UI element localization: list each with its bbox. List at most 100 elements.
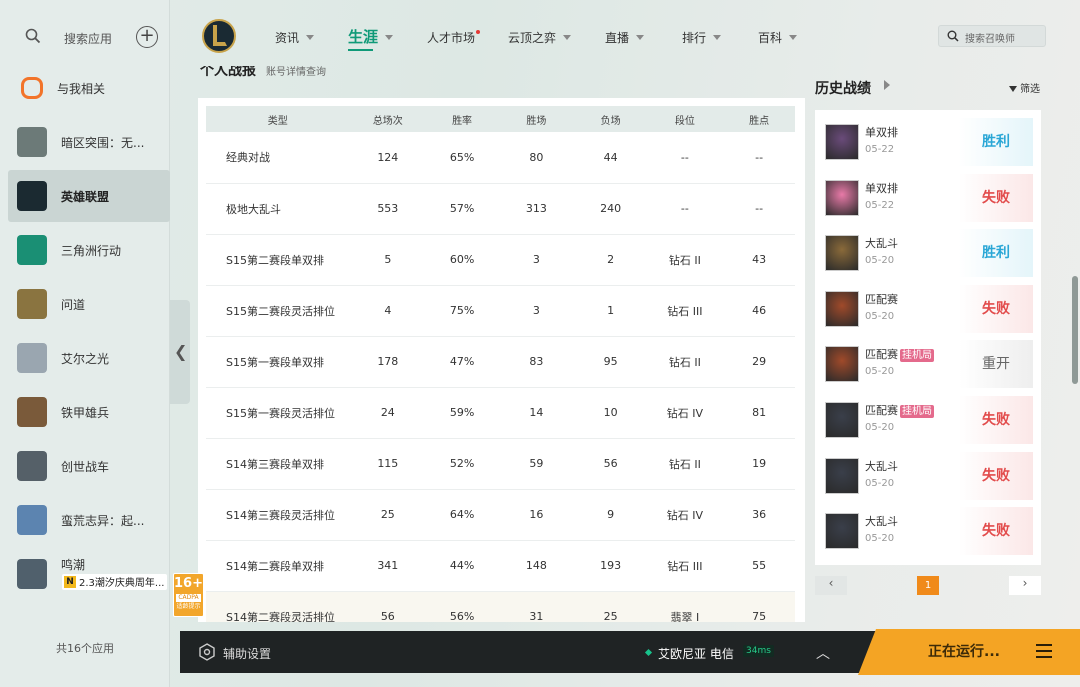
history-item[interactable]: 匹配赛 挂机局 05-20 重开 bbox=[825, 340, 1033, 390]
sidebar-item-8[interactable]: 创世战车 bbox=[8, 440, 170, 492]
history-result: 失败 bbox=[959, 507, 1033, 556]
history-item[interactable]: 大乱斗 05-20 失败 bbox=[825, 507, 1033, 557]
table-cell: 5 bbox=[349, 234, 427, 286]
table-cell: 341 bbox=[349, 540, 427, 592]
server-name[interactable]: 艾欧尼亚 电信 bbox=[658, 645, 734, 662]
sidebar-item-6[interactable]: 艾尔之光 bbox=[8, 332, 170, 384]
nav-tab-2[interactable]: 生涯 bbox=[348, 26, 394, 51]
history-mode: 单双排 bbox=[865, 124, 898, 140]
nav-tab-label: 云顶之弈 bbox=[508, 31, 557, 45]
game-icon bbox=[17, 397, 47, 427]
table-cell: 3 bbox=[497, 234, 575, 286]
table-cell: 148 bbox=[497, 540, 575, 592]
table-row[interactable]: S15第二赛段灵活排位 4 75% 3 1 钻石 III 46 bbox=[206, 285, 795, 337]
champion-avatar bbox=[825, 402, 859, 438]
sidebar-item-3[interactable]: 英雄联盟 bbox=[8, 170, 170, 222]
champion-avatar bbox=[825, 457, 859, 494]
table-cell: 9 bbox=[574, 489, 647, 541]
table-row[interactable]: S15第一赛段单双排 178 47% 83 95 钻石 II 29 bbox=[206, 336, 795, 388]
chevron-down-icon bbox=[789, 35, 798, 40]
history-item[interactable]: 大乱斗 05-20 胜利 bbox=[825, 229, 1033, 279]
sidebar-item-1[interactable]: 与我相关 bbox=[8, 62, 170, 114]
hexagon-settings-icon[interactable] bbox=[198, 643, 216, 661]
history-item[interactable]: 单双排 05-22 失败 bbox=[825, 173, 1033, 224]
champion-avatar bbox=[825, 513, 859, 550]
chevron-down-icon bbox=[385, 35, 394, 40]
stats-table: 类型 总场次 胜率 胜场 负场 段位 胜点 经典对战 124 65% 80 44 -- -- 极地大乱斗 5… bbox=[206, 106, 795, 622]
history-item[interactable]: 匹配赛 05-20 失败 bbox=[825, 284, 1033, 335]
section-subtitle[interactable]: 账号详情查询 bbox=[266, 66, 326, 78]
nav-tab-1[interactable]: 资讯 bbox=[275, 29, 315, 46]
table-cell: -- bbox=[646, 183, 724, 235]
history-item[interactable]: 单双排 05-22 胜利 bbox=[825, 118, 1033, 168]
table-row[interactable]: 极地大乱斗 553 57% 313 240 -- -- bbox=[206, 183, 795, 235]
table-cell: 178 bbox=[349, 336, 427, 388]
history-item[interactable]: 大乱斗 05-20 失败 bbox=[825, 451, 1033, 502]
age-rating: 16+ bbox=[174, 576, 203, 591]
nav-tab-4[interactable]: 云顶之弈 bbox=[508, 29, 572, 46]
sidebar-search-label: 搜索应用 bbox=[64, 32, 113, 46]
table-cell: 25 bbox=[574, 591, 647, 622]
history-list: 单双排 05-22 胜利 单双排 05-22 失败 大乱斗 05-20 胜利 匹配赛 05-20 失败… bbox=[815, 110, 1041, 565]
history-result: 失败 bbox=[959, 451, 1033, 500]
history-mode-label: 匹配赛 bbox=[865, 348, 898, 362]
column-header: 总场次 bbox=[349, 106, 427, 132]
table-cell: 81 bbox=[723, 387, 795, 439]
history-mode: 大乱斗 bbox=[865, 513, 898, 529]
table-cell: 553 bbox=[349, 183, 427, 235]
page-number[interactable]: 1 bbox=[917, 576, 939, 595]
sidebar-item-9[interactable]: 蛮荒志异：起... bbox=[8, 494, 170, 546]
sidebar-item-5[interactable]: 问道 bbox=[8, 278, 170, 330]
sidebar-item-label: 英雄联盟 bbox=[61, 189, 110, 204]
wuchao-notice[interactable]: N 2.3潮汐庆典周年... bbox=[62, 574, 167, 590]
table-cell: 240 bbox=[574, 183, 647, 235]
table-row[interactable]: S14第二赛段灵活排位 56 56% 31 25 翡翠 I 75 bbox=[206, 591, 795, 622]
table-row[interactable]: S15第二赛段单双排 5 60% 3 2 钻石 II 43 bbox=[206, 234, 795, 286]
prev-page-button[interactable]: ‹ bbox=[815, 576, 847, 595]
assist-settings-button[interactable]: 辅助设置 bbox=[223, 645, 271, 662]
add-app-button[interactable]: + bbox=[136, 26, 158, 48]
chevron-right-icon[interactable] bbox=[884, 80, 890, 90]
search-icon bbox=[25, 28, 41, 44]
filter-button[interactable]: 筛选 bbox=[1009, 80, 1040, 95]
chevron-up-icon[interactable]: ︿ bbox=[816, 643, 830, 663]
sidebar-item-7[interactable]: 铁甲雄兵 bbox=[8, 386, 170, 438]
next-page-button[interactable]: › bbox=[1009, 576, 1041, 595]
summoner-search-input[interactable]: 搜索召唤师 bbox=[938, 25, 1046, 47]
table-cell: 83 bbox=[497, 336, 575, 388]
top-nav: 资讯 生涯 人才市场 云顶之弈 直播 排行 百科 搜索召唤师 bbox=[190, 0, 1080, 75]
table-cell: -- bbox=[646, 132, 724, 184]
table-cell: 57% bbox=[426, 183, 498, 235]
ping-badge: 34ms bbox=[743, 645, 774, 657]
sidebar-item-4[interactable]: 三角洲行动 bbox=[8, 224, 170, 276]
nav-tab-6[interactable]: 排行 bbox=[682, 29, 722, 46]
sidebar-item-2[interactable]: 暗区突围：无... bbox=[8, 116, 170, 168]
scrollbar[interactable] bbox=[1072, 276, 1078, 384]
nav-tab-5[interactable]: 直播 bbox=[605, 29, 645, 46]
lol-logo-icon[interactable] bbox=[202, 17, 236, 55]
table-row[interactable]: 经典对战 124 65% 80 44 -- -- bbox=[206, 132, 795, 184]
game-icon bbox=[17, 289, 47, 319]
sidebar-search[interactable]: 搜索应用 + bbox=[0, 16, 170, 56]
table-cell: 19 bbox=[723, 438, 795, 490]
table-cell: 95 bbox=[574, 336, 647, 388]
history-item[interactable]: 匹配赛 挂机局 05-20 失败 bbox=[825, 396, 1033, 446]
table-row[interactable]: S15第一赛段灵活排位 24 59% 14 10 钻石 IV 81 bbox=[206, 387, 795, 439]
history-date: 05-20 bbox=[865, 533, 895, 545]
collapse-sidebar-button[interactable]: ❮ bbox=[170, 300, 190, 404]
table-cell: 115 bbox=[349, 438, 427, 490]
search-icon bbox=[947, 30, 959, 42]
history-mode-label: 单双排 bbox=[865, 181, 898, 195]
afk-tag: 挂机局 bbox=[900, 405, 934, 418]
nav-tab-7[interactable]: 百科 bbox=[758, 29, 798, 46]
nav-tab-3[interactable]: 人才市场 bbox=[427, 29, 481, 46]
menu-icon[interactable] bbox=[1036, 644, 1052, 658]
history-mode-label: 大乱斗 bbox=[865, 459, 898, 473]
table-row[interactable]: S14第三赛段灵活排位 25 64% 16 9 钻石 IV 36 bbox=[206, 489, 795, 541]
table-row[interactable]: S14第二赛段单双排 341 44% 148 193 钻石 III 55 bbox=[206, 540, 795, 592]
table-row[interactable]: S14第三赛段单双排 115 52% 59 56 钻石 II 19 bbox=[206, 438, 795, 490]
history-mode: 单双排 bbox=[865, 180, 898, 196]
history-title[interactable]: 历史战绩 bbox=[815, 78, 871, 98]
table-cell: 钻石 II bbox=[646, 234, 724, 286]
running-button[interactable]: 正在运行... bbox=[858, 629, 1080, 675]
